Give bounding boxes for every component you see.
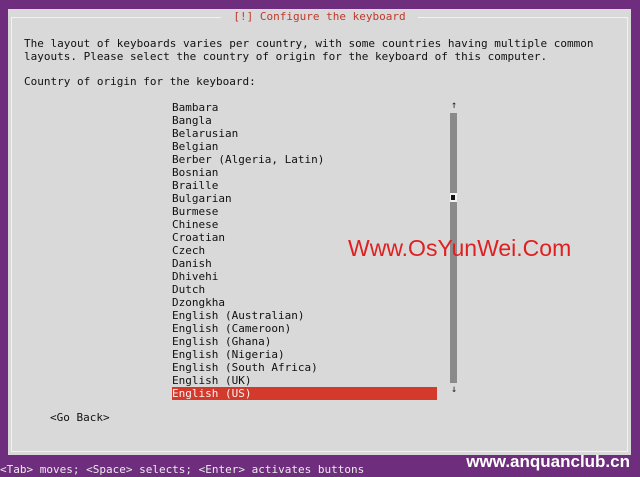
dialog-title: [!] Configure the keyboard (8, 9, 631, 25)
dialog-description: The layout of keyboards varies per count… (24, 37, 594, 63)
go-back-button[interactable]: <Go Back> (50, 411, 110, 424)
list-item[interactable]: Berber (Algeria, Latin) (172, 153, 437, 166)
list-item[interactable]: Burmese (172, 205, 437, 218)
list-item[interactable]: Chinese (172, 218, 437, 231)
scroll-up-arrow-icon[interactable]: ↑ (448, 101, 460, 111)
list-item[interactable]: Braille (172, 179, 437, 192)
status-bar: <Tab> moves; <Space> selects; <Enter> ac… (0, 452, 640, 477)
list-item-selected[interactable]: English (US) (172, 387, 437, 400)
list-item[interactable]: Bangla (172, 114, 437, 127)
scroll-thumb[interactable] (450, 193, 457, 202)
list-item[interactable]: English (Australian) (172, 309, 437, 322)
list-item[interactable]: Belgian (172, 140, 437, 153)
list-item[interactable]: Belarusian (172, 127, 437, 140)
installer-screen: [!] Configure the keyboard The layout of… (0, 0, 640, 477)
list-item[interactable]: Dhivehi (172, 270, 437, 283)
list-item[interactable]: Dzongkha (172, 296, 437, 309)
list-item[interactable]: Bambara (172, 101, 437, 114)
country-prompt: Country of origin for the keyboard: (24, 75, 256, 88)
list-item[interactable]: English (UK) (172, 374, 437, 387)
anquanclub-watermark: www.anquanclub.cn (466, 452, 630, 471)
status-help-text: <Tab> moves; <Space> selects; <Enter> ac… (0, 463, 365, 476)
dialog-title-text: [!] Configure the keyboard (227, 10, 412, 23)
list-item[interactable]: English (Nigeria) (172, 348, 437, 361)
list-item[interactable]: English (Ghana) (172, 335, 437, 348)
list-item[interactable]: Bulgarian (172, 192, 437, 205)
list-item[interactable]: Dutch (172, 283, 437, 296)
configure-keyboard-dialog: [!] Configure the keyboard The layout of… (8, 9, 631, 455)
list-item[interactable]: English (Cameroon) (172, 322, 437, 335)
scroll-down-arrow-icon[interactable]: ↓ (448, 385, 460, 395)
list-item[interactable]: Bosnian (172, 166, 437, 179)
osyunwei-watermark: Www.OsYunWei.Com (348, 235, 572, 261)
list-item[interactable]: English (South Africa) (172, 361, 437, 374)
